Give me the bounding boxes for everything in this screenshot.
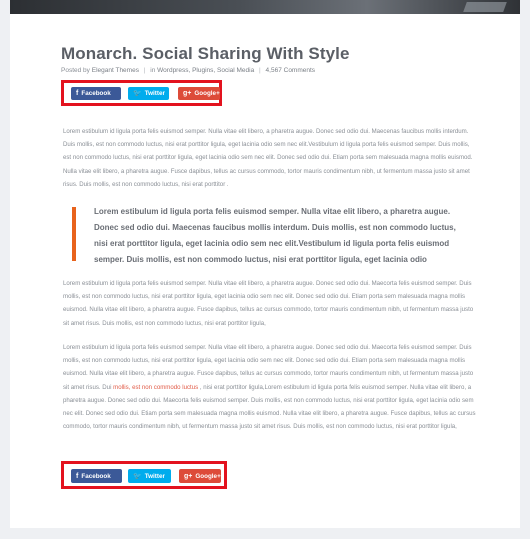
googleplus-icon: g+ — [184, 472, 193, 480]
facebook-share-button[interactable]: f Facebook — [71, 469, 122, 483]
twitter-share-label: Twitter — [144, 90, 165, 97]
hero-image-detail — [463, 2, 507, 12]
facebook-icon: f — [76, 90, 79, 97]
post-title: Monarch. Social Sharing With Style — [61, 44, 350, 63]
facebook-icon: f — [76, 472, 79, 480]
paragraph-1: Lorem estibulum id ligula porta felis eu… — [63, 128, 473, 188]
twitter-share-label: Twitter — [144, 472, 165, 480]
category-links[interactable]: Wordpress, Plugins, Social Media — [157, 67, 254, 74]
googleplus-share-button[interactable]: g+ Google+ — [178, 87, 220, 100]
googleplus-icon: g+ — [183, 90, 192, 97]
twitter-icon: 🐦 — [133, 472, 142, 480]
meta-separator: | — [143, 67, 146, 74]
quote-accent-bar — [72, 207, 76, 261]
meta-posted-by: Posted by — [61, 67, 90, 74]
facebook-share-label: Facebook — [81, 472, 111, 480]
facebook-share-label: Facebook — [81, 90, 111, 97]
twitter-icon: 🐦 — [133, 90, 142, 97]
googleplus-share-label: Google+ — [195, 472, 221, 480]
paragraph-2: Lorem estibulum id ligula porta felis eu… — [63, 280, 474, 327]
blockquote: Lorem estibulum id ligula porta felis eu… — [94, 207, 456, 264]
meta-in: in — [150, 67, 156, 74]
share-bar-bottom: f Facebook 🐦 Twitter g+ Google+ — [61, 461, 227, 489]
share-bar-top: f Facebook 🐦 Twitter g+ Google+ — [61, 80, 222, 106]
comments-link[interactable]: 4,567 Comments — [266, 67, 316, 74]
meta-separator: | — [259, 67, 261, 74]
paragraph-3: Lorem estibulum id ligula porta felis eu… — [63, 341, 476, 433]
hero-image — [10, 0, 520, 14]
googleplus-share-button[interactable]: g+ Google+ — [179, 469, 221, 483]
author-link[interactable]: Elegant Themes — [92, 67, 139, 74]
googleplus-share-label: Google+ — [194, 90, 220, 97]
facebook-share-button[interactable]: f Facebook — [71, 87, 121, 100]
inline-link[interactable]: mollis, est non commodo luctus — [113, 384, 198, 391]
twitter-share-button[interactable]: 🐦 Twitter — [128, 469, 171, 483]
blog-post-card: Monarch. Social Sharing With Style Poste… — [10, 0, 520, 528]
twitter-share-button[interactable]: 🐦 Twitter — [128, 87, 169, 100]
post-meta: Posted by Elegant Themes | in Wordpress,… — [61, 67, 315, 74]
